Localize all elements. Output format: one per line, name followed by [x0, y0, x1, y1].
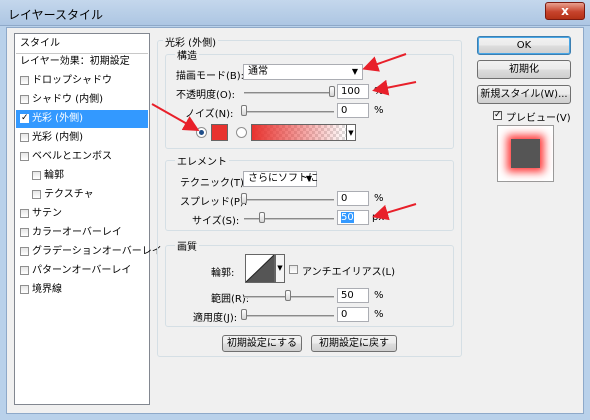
arrow-opacity: [372, 79, 417, 96]
arrow-color: [151, 103, 200, 131]
annotation-arrows: [151, 53, 417, 221]
arrow-size: [372, 203, 417, 221]
arrow-blend-mode: [362, 53, 407, 72]
